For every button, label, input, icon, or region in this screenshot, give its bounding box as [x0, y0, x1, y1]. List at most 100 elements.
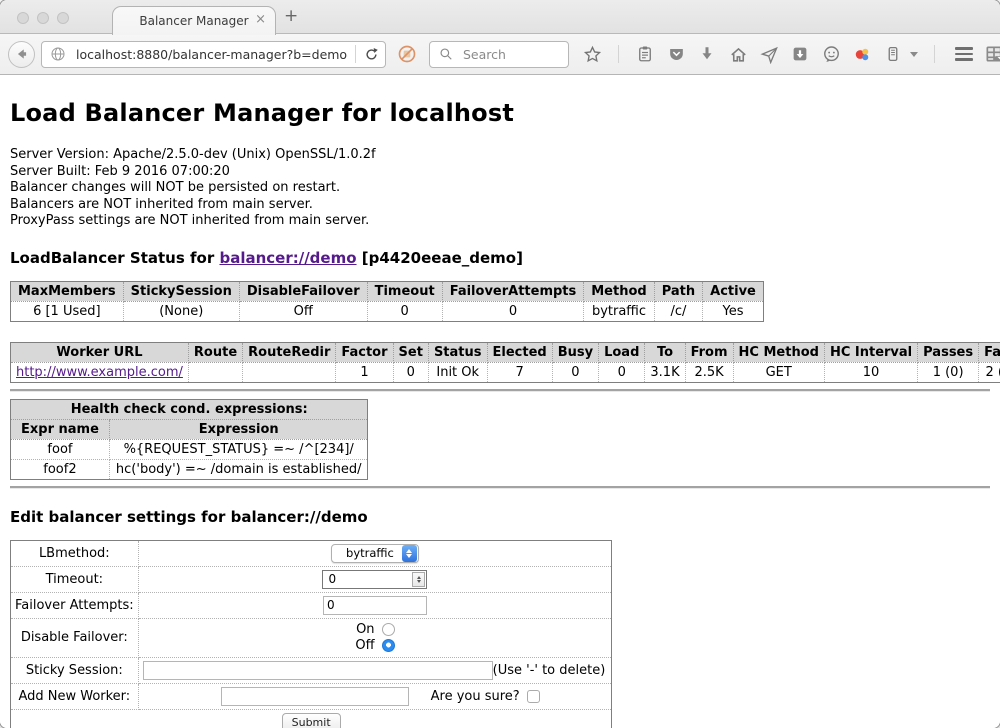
colors-icon[interactable] — [852, 44, 872, 64]
server-version: Server Version: Apache/2.5.0-dev (Unix) … — [10, 147, 990, 164]
sticky-session-cell: (Use '-' to delete) — [138, 657, 612, 683]
timeout-input-wrap — [322, 570, 427, 589]
send-icon[interactable] — [759, 44, 779, 64]
back-button[interactable] — [8, 41, 35, 68]
dropdown-caret-icon[interactable] — [910, 52, 918, 57]
minimize-window-button[interactable] — [37, 12, 49, 24]
add-worker-input[interactable] — [221, 687, 409, 706]
col-header: Route — [188, 342, 242, 362]
failover-on-radio[interactable] — [382, 623, 395, 636]
timeout-label: Timeout: — [11, 566, 139, 592]
bookmark-star-icon[interactable] — [582, 44, 602, 64]
new-tab-button[interactable]: + — [284, 6, 298, 26]
url-input[interactable] — [74, 46, 350, 63]
sticky-session-input[interactable] — [143, 661, 493, 680]
download-icon[interactable] — [697, 44, 717, 64]
balancer-demo-link[interactable]: balancer://demo — [219, 249, 356, 267]
cell: 1 (0) — [918, 362, 979, 382]
worker-url-link[interactable]: http://www.example.com/ — [16, 365, 183, 380]
menu-icon[interactable] — [955, 47, 973, 61]
lbmethod-label: LBmethod: — [11, 540, 139, 566]
timeout-cell — [138, 566, 612, 592]
status-heading-prefix: LoadBalancer Status for — [10, 249, 219, 267]
timeout-input[interactable] — [326, 571, 412, 587]
cell: 2 (0) — [979, 362, 1000, 382]
pocket-icon[interactable] — [666, 44, 686, 64]
cell: 10 — [824, 362, 917, 382]
notice-balancers: Balancers are NOT inherited from main se… — [10, 197, 990, 214]
lbmethod-selected-value: bytraffic — [340, 546, 400, 560]
cell: 0 — [442, 301, 584, 321]
number-spinner-icon[interactable] — [412, 572, 425, 587]
cell: 3.1K — [645, 362, 685, 382]
cell: 0 — [393, 362, 428, 382]
form-row: Timeout: — [11, 566, 612, 592]
sticky-session-label: Sticky Session: — [11, 657, 139, 683]
divider — [934, 45, 935, 63]
reload-icon[interactable] — [361, 44, 381, 64]
lbmethod-select[interactable]: bytraffic — [331, 544, 419, 563]
health-check-table: Health check cond. expressions: Expr nam… — [10, 399, 368, 480]
col-header: Path — [654, 281, 702, 301]
cell: Init Ok — [428, 362, 487, 382]
tab-balancer-manager[interactable]: Balancer Manager × — [112, 6, 276, 35]
save-page-icon[interactable] — [790, 44, 810, 64]
container-icon[interactable] — [883, 44, 903, 64]
cell: bytraffic — [584, 301, 654, 321]
col-header: DisableFailover — [239, 281, 367, 301]
divider — [355, 45, 356, 63]
cell: Off — [239, 301, 367, 321]
chat-smiley-icon[interactable] — [821, 44, 841, 64]
lbmethod-cell: bytraffic — [138, 540, 612, 566]
col-header: Fails — [979, 342, 1000, 362]
form-row: LBmethod: bytraffic — [11, 540, 612, 566]
worker-url-cell: http://www.example.com/ — [11, 362, 189, 382]
page-title: Load Balancer Manager for localhost — [10, 99, 990, 127]
home-icon[interactable] — [728, 44, 748, 64]
form-row: Add New Worker: Are you sure? — [11, 683, 612, 709]
url-bar[interactable] — [41, 41, 386, 68]
add-worker-label: Add New Worker: — [11, 683, 139, 709]
submit-button[interactable]: Submit — [282, 713, 341, 728]
cell: GET — [733, 362, 824, 382]
search-input[interactable] — [461, 46, 562, 63]
zoom-window-button[interactable] — [57, 12, 69, 24]
cell: (None) — [123, 301, 239, 321]
table-header-row: Worker URL Route RouteRedir Factor Set S… — [11, 342, 1000, 362]
close-tab-icon[interactable]: × — [255, 12, 266, 28]
col-header: Busy — [552, 342, 598, 362]
tab-title: Balancer Manager — [139, 14, 248, 28]
content-blocker-icon[interactable] — [397, 44, 417, 64]
table-caption-row: Health check cond. expressions: — [11, 399, 368, 419]
navigation-toolbar — [0, 34, 1000, 75]
close-window-button[interactable] — [17, 12, 29, 24]
notice-persist: Balancer changes will NOT be persisted o… — [10, 180, 990, 197]
failover-off-radio[interactable] — [382, 639, 395, 652]
health-table-caption: Health check cond. expressions: — [11, 399, 368, 419]
page-content: Load Balancer Manager for localhost Serv… — [0, 75, 1000, 728]
col-header: Timeout — [367, 281, 442, 301]
on-label: On — [356, 622, 374, 637]
window-controls — [17, 12, 69, 24]
divider — [618, 45, 619, 63]
failover-attempts-input[interactable] — [323, 596, 427, 615]
col-header: Passes — [918, 342, 979, 362]
are-you-sure-label: Are you sure? — [431, 689, 520, 704]
are-you-sure-checkbox[interactable] — [527, 690, 540, 703]
form-row: Submit — [11, 709, 612, 728]
reading-list-icon[interactable] — [635, 44, 655, 64]
submit-cell: Submit — [11, 709, 612, 728]
table-row: foof %{REQUEST_STATUS} =~ /^[234]/ — [11, 439, 368, 459]
sticky-session-note: (Use '-' to delete) — [493, 663, 608, 678]
col-header: HC Method — [733, 342, 824, 362]
balancer-settings-form: LBmethod: bytraffic Timeout: — [10, 540, 612, 728]
col-header: Method — [584, 281, 654, 301]
cell: 1 — [336, 362, 393, 382]
cell: /c/ — [654, 301, 702, 321]
search-bar[interactable] — [429, 41, 569, 68]
tiles-icon[interactable] — [984, 44, 1000, 64]
tab-bar: Balancer Manager × + — [0, 0, 1000, 34]
col-header: Expression — [109, 419, 368, 439]
table-row: 6 [1 Used] (None) Off 0 0 bytraffic /c/ … — [11, 301, 764, 321]
form-row: Disable Failover: On Off — [11, 618, 612, 657]
